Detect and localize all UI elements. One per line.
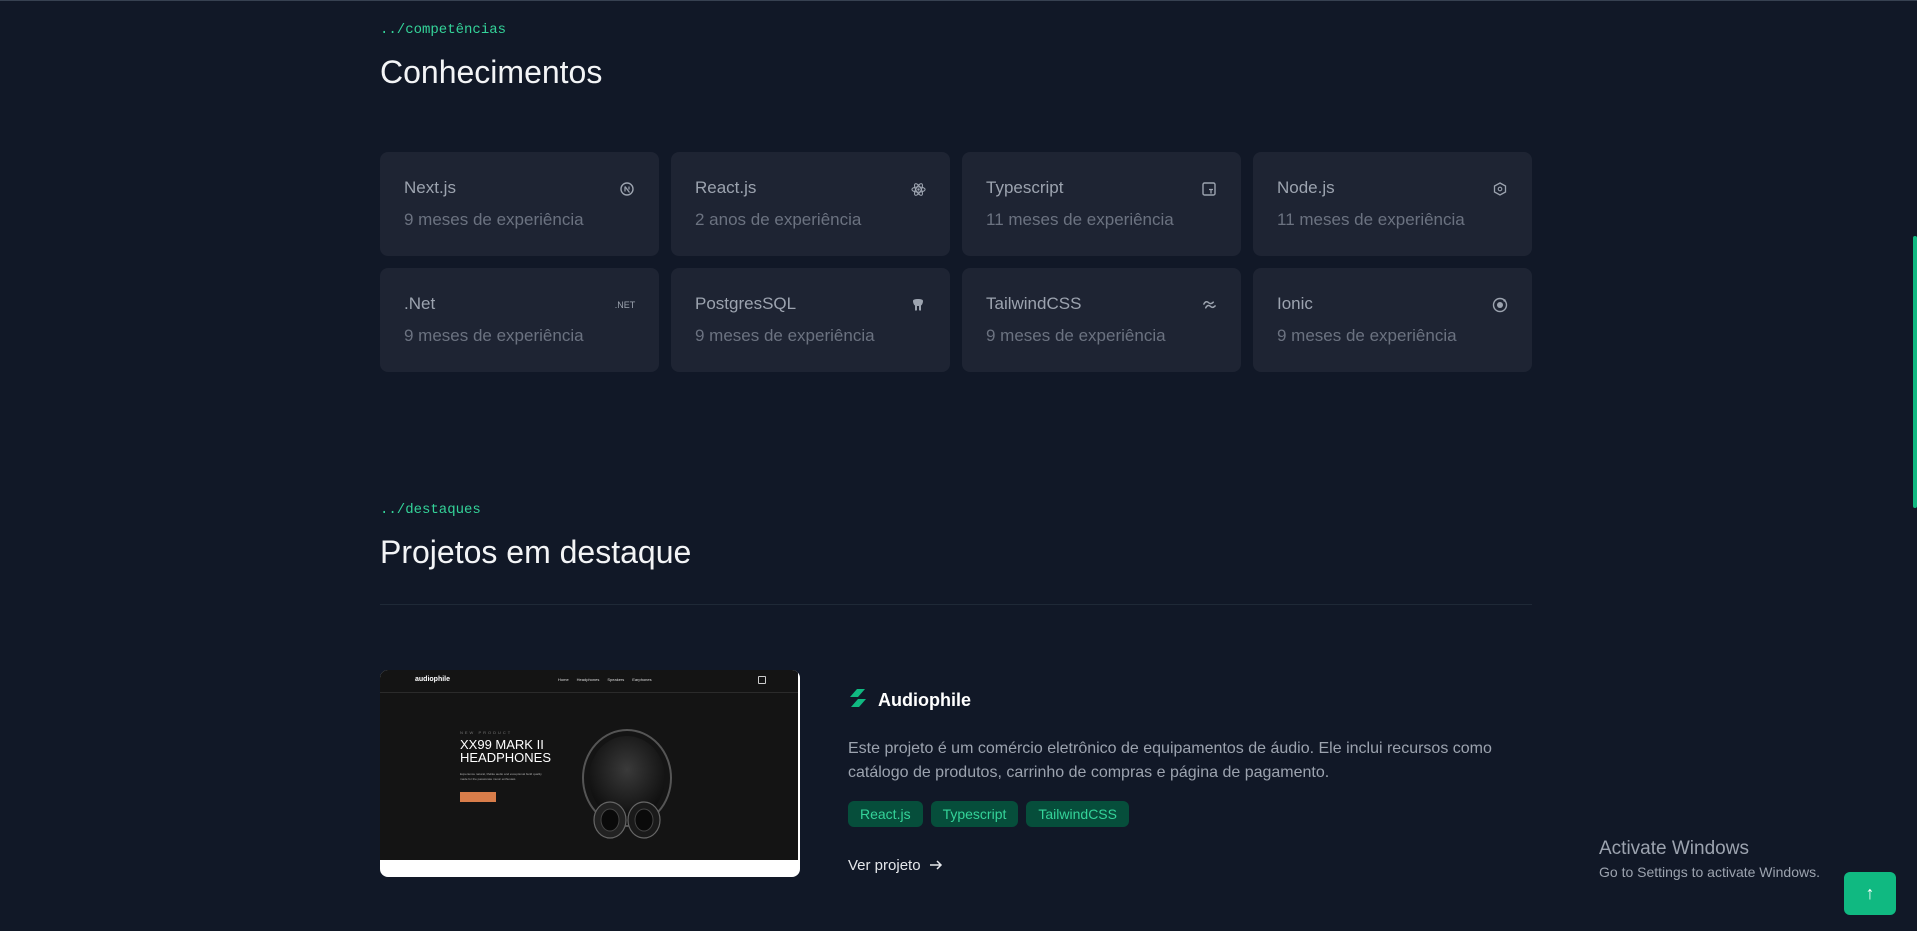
skill-name: PostgresSQL (695, 294, 797, 313)
project-title: Audiophile (878, 690, 971, 710)
tech-tag: Typescript (930, 801, 1019, 827)
skill-experience: 9 meses de experiência (404, 326, 584, 345)
watermark-subtitle: Go to Settings to activate Windows. (1599, 864, 1820, 880)
skill-experience: 11 meses de experiência (1277, 210, 1465, 229)
skill-experience: 11 meses de experiência (986, 210, 1174, 229)
thumbnail-nav-links: Home Headphones Speakers Earphones (558, 677, 652, 682)
skill-card-nextjs: Next.js 9 meses de experiência (380, 152, 659, 256)
skill-experience: 9 meses de experiência (986, 326, 1166, 345)
thumbnail-nav-link: Speakers (607, 677, 625, 682)
thumbnail-headline-line: HEADPHONES (460, 750, 552, 765)
skills-breadcrumb: ../competências (380, 22, 507, 38)
skill-name: Next.js (404, 178, 456, 197)
thumbnail-copy: Experience natural, lifelike audio and e… (460, 772, 542, 781)
view-project-link[interactable]: Ver projeto (848, 857, 1532, 874)
project-description: Este projeto é um comércio eletrônico de… (848, 740, 1492, 781)
thumbnail-nav-link: Earphones (632, 677, 652, 682)
project-title-row: Audiophile (848, 688, 1532, 713)
tech-tag: TailwindCSS (1026, 801, 1129, 827)
skill-experience: 9 meses de experiência (404, 210, 584, 229)
skill-card-reactjs: React.js 2 anos de experiência (671, 152, 950, 256)
skills-grid: Next.js 9 meses de experiência React.js … (380, 152, 1532, 372)
nodejs-icon (1492, 181, 1508, 197)
projects-title: Projetos em destaque (380, 534, 692, 570)
tailwind-icon (1201, 297, 1217, 313)
projects-breadcrumb: ../destaques (380, 502, 481, 518)
skill-name: Ionic (1277, 294, 1313, 313)
audiophile-logo-icon (848, 688, 868, 713)
main-content: ../competências Conhecimentos Next.js 9 … (380, 0, 1532, 931)
skill-experience: 2 anos de experiência (695, 210, 862, 229)
skill-name: TailwindCSS (986, 294, 1082, 313)
skill-experience: 9 meses de experiência (695, 326, 875, 345)
project-thumbnail[interactable]: audiophile Home Headphones Speakers Earp… (380, 670, 800, 877)
skill-card-dotnet: .Net 9 meses de experiência .NET (380, 268, 659, 372)
skill-name: .Net (404, 294, 436, 313)
skill-card-tailwindcss: TailwindCSS 9 meses de experiência (962, 268, 1241, 372)
project-tags: React.js Typescript TailwindCSS (848, 801, 1532, 827)
thumbnail-nav-link: Home (558, 677, 569, 682)
thumbnail-screen: audiophile Home Headphones Speakers Earp… (380, 670, 798, 860)
windows-activation-watermark: Activate Windows Go to Settings to activ… (1599, 838, 1820, 880)
back-to-top-button[interactable]: ↑ (1844, 872, 1896, 915)
tech-tag: React.js (848, 801, 923, 827)
thumbnail-headline: XX99 MARK II HEADPHONES (460, 738, 551, 764)
thumbnail-logo: audiophile (415, 676, 450, 683)
skill-card-typescript: Typescript 11 meses de experiência (962, 152, 1241, 256)
skill-name: Typescript (986, 178, 1064, 197)
skill-name: React.js (695, 178, 757, 197)
dotnet-icon: .NET (614, 300, 636, 310)
postgresql-icon (910, 297, 926, 313)
section-divider (380, 604, 1532, 605)
skill-card-ionic: Ionic 9 meses de experiência (1253, 268, 1532, 372)
thumbnail-nav-link: Headphones (576, 677, 600, 682)
cart-icon (758, 676, 766, 684)
arrow-right-icon (929, 857, 943, 874)
skills-title: Conhecimentos (380, 54, 603, 90)
project-info: Audiophile Este projeto é um comércio el… (848, 688, 1532, 874)
thumbnail-nav: audiophile Home Headphones Speakers Earp… (380, 670, 798, 693)
view-project-label: Ver projeto (848, 857, 921, 874)
arrow-up-icon: ↑ (1865, 883, 1875, 903)
skill-card-postgresql: PostgresSQL 9 meses de experiência (671, 268, 950, 372)
skill-experience: 9 meses de experiência (1277, 326, 1457, 345)
nextjs-icon (619, 181, 635, 197)
watermark-title: Activate Windows (1599, 838, 1749, 859)
react-icon (910, 181, 926, 197)
thumbnail-button (460, 792, 496, 802)
page-scrollbar[interactable] (1913, 236, 1917, 508)
skill-name: Node.js (1277, 178, 1335, 197)
thumbnail-overline: NEW PRODUCT (460, 730, 513, 735)
ionic-icon (1492, 297, 1508, 313)
headphones-image (582, 729, 672, 839)
typescript-icon (1201, 181, 1217, 197)
skill-card-nodejs: Node.js 11 meses de experiência (1253, 152, 1532, 256)
